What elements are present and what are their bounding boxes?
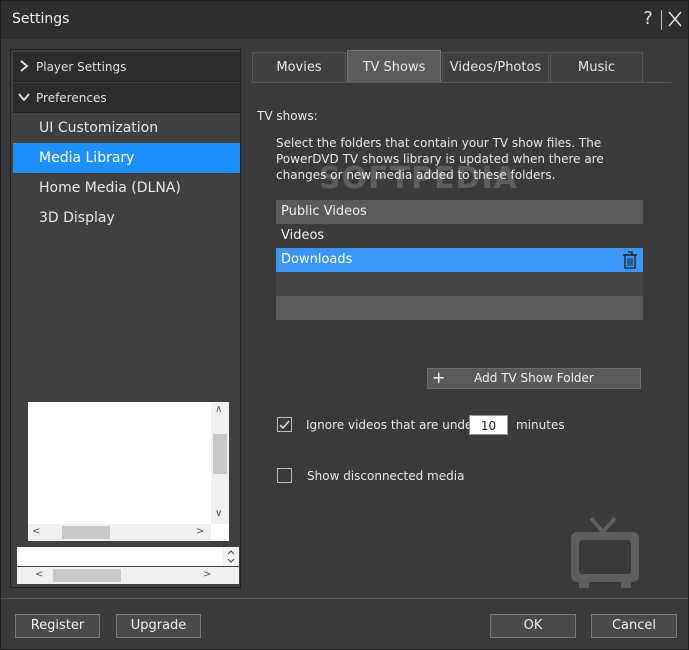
horizontal-scrollbar[interactable]: < >	[17, 567, 239, 584]
tab-movies[interactable]: Movies	[252, 52, 346, 83]
add-button-label: Add TV Show Folder	[474, 371, 594, 385]
title-bar: Settings ?	[1, 1, 688, 39]
settings-window: Settings ? Player Settings Preferences U…	[0, 0, 689, 650]
folder-list: Public Videos Videos Downloads	[276, 200, 643, 320]
tv-icon	[567, 514, 643, 590]
sidebar-item-media-library[interactable]: Media Library	[13, 143, 240, 173]
add-tv-show-folder-button[interactable]: + Add TV Show Folder	[427, 368, 641, 389]
chevron-left-icon[interactable]: <	[35, 569, 43, 580]
minutes-input[interactable]: 10	[469, 415, 508, 435]
tab-videos-photos[interactable]: Videos/Photos	[442, 52, 549, 83]
sidebar-item-3d-display[interactable]: 3D Display	[13, 203, 240, 233]
ok-button[interactable]: OK	[490, 614, 576, 638]
folder-row-empty	[276, 272, 643, 296]
help-button[interactable]: ?	[639, 8, 657, 30]
register-button[interactable]: Register	[15, 614, 100, 638]
scrollbar-thumb[interactable]	[62, 526, 110, 539]
watermark: SOFTPEDIA	[319, 161, 518, 196]
horizontal-scrollbar[interactable]: < >	[28, 524, 211, 541]
section-title: TV shows:	[257, 109, 318, 123]
footer-separator	[1, 598, 688, 599]
spin-arrows[interactable]	[223, 547, 239, 566]
chevron-right-icon[interactable]: >	[196, 526, 204, 537]
ignore-short-videos-checkbox[interactable]	[277, 417, 292, 432]
window-title: Settings	[12, 11, 70, 27]
sidebar-item-ui-customization[interactable]: UI Customization	[13, 113, 240, 143]
chevron-down-icon	[17, 90, 31, 104]
tree-section-player-settings[interactable]: Player Settings	[13, 52, 240, 82]
folder-label: Downloads	[281, 252, 353, 267]
preview-area	[28, 402, 229, 541]
spin-input[interactable]	[17, 547, 239, 566]
tree-section-label: Preferences	[36, 91, 107, 105]
scrollbar-thumb[interactable]	[53, 569, 121, 582]
tab-music[interactable]: Music	[550, 52, 643, 83]
tab-underline	[251, 82, 671, 83]
tree-section-label: Player Settings	[36, 60, 127, 74]
minutes-label: minutes	[516, 418, 565, 432]
show-disconnected-checkbox[interactable]	[277, 468, 292, 483]
folder-row-selected[interactable]: Downloads	[276, 248, 643, 272]
settings-navigation: Player Settings Preferences UI Customiza…	[10, 49, 241, 588]
chevron-right-icon[interactable]: >	[203, 569, 211, 580]
show-disconnected-label: Show disconnected media	[307, 469, 465, 483]
chevron-left-icon[interactable]: <	[32, 526, 40, 537]
chevron-right-icon	[17, 59, 31, 73]
scrollbar-thumb[interactable]	[213, 434, 227, 474]
vertical-scrollbar[interactable]: ∧ ∨	[211, 402, 229, 524]
trash-icon[interactable]	[622, 251, 638, 269]
tree-section-preferences[interactable]: Preferences	[13, 83, 240, 113]
plus-icon: +	[432, 368, 446, 387]
folder-row-empty	[276, 296, 643, 320]
chevron-down-icon[interactable]: ∨	[215, 508, 222, 519]
folder-row[interactable]: Videos	[276, 224, 643, 248]
cancel-button[interactable]: Cancel	[591, 614, 677, 638]
tab-tv-shows[interactable]: TV Shows	[347, 50, 441, 83]
title-separator	[661, 10, 662, 30]
folder-row[interactable]: Public Videos	[276, 200, 643, 224]
ignore-videos-label: Ignore videos that are under	[306, 418, 478, 432]
upgrade-button[interactable]: Upgrade	[116, 614, 201, 638]
close-icon[interactable]	[666, 9, 684, 29]
chevron-up-icon[interactable]: ∧	[215, 404, 222, 415]
sidebar-item-home-media[interactable]: Home Media (DLNA)	[13, 173, 240, 203]
